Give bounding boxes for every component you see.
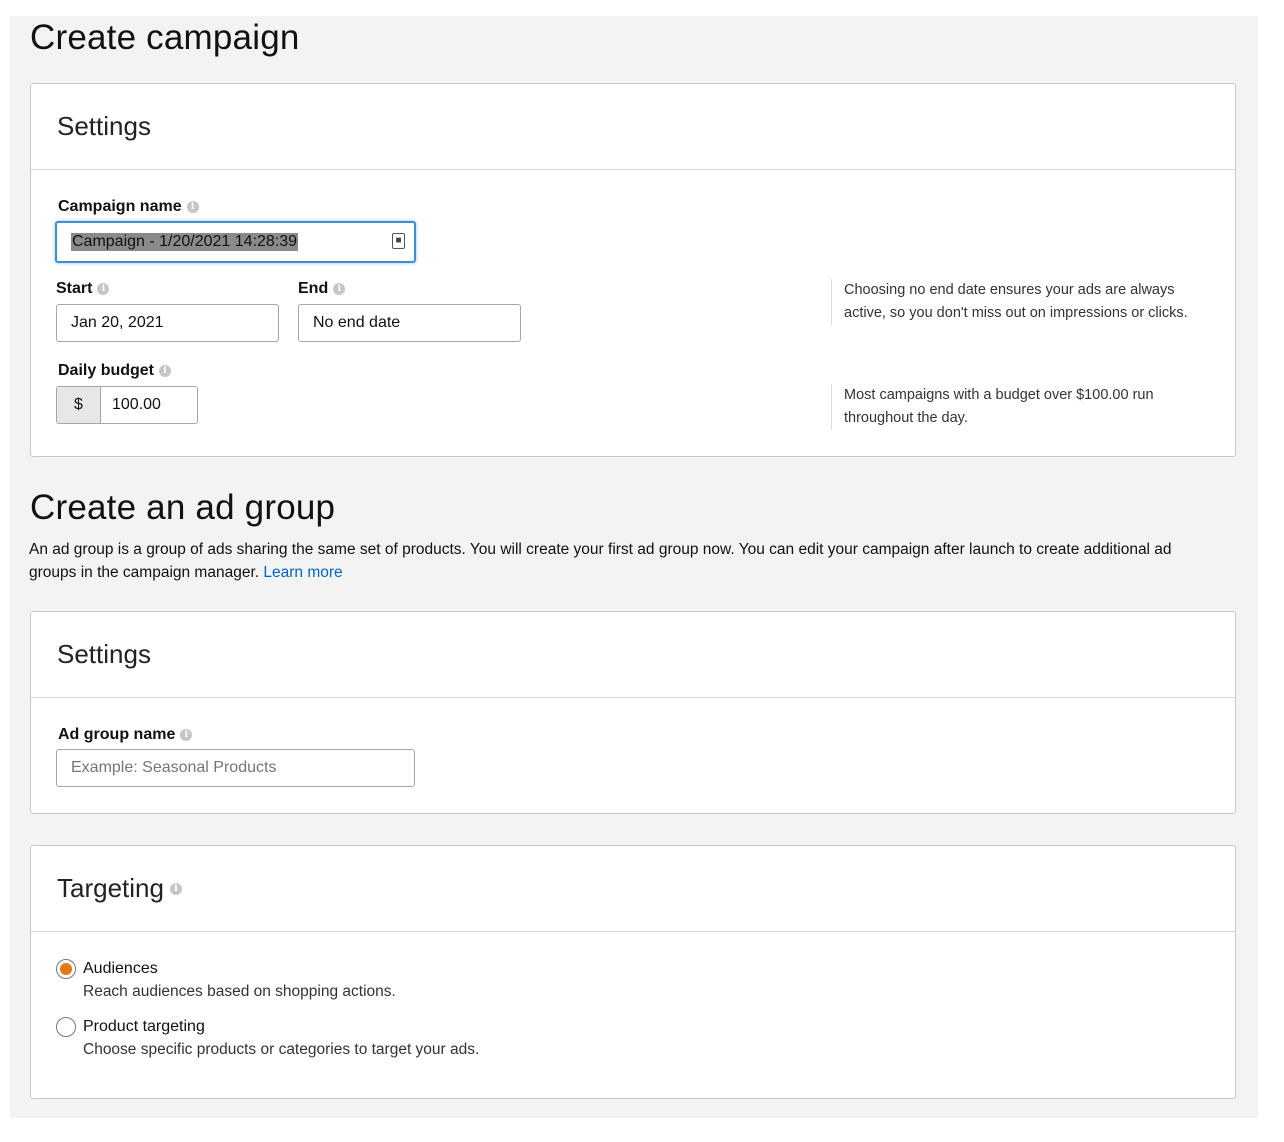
daily-budget-value: 100.00 xyxy=(112,396,161,413)
product-targeting-description: Choose specific products or categories t… xyxy=(83,1041,480,1058)
campaign-name-label-text: Campaign name xyxy=(58,198,182,215)
currency-prefix: $ xyxy=(57,387,101,423)
targeting-header: Targeting i xyxy=(31,846,1235,932)
ad-group-settings-card: Settings Ad group name i xyxy=(30,611,1236,814)
end-label: End i xyxy=(298,280,346,298)
info-icon[interactable]: i xyxy=(186,200,199,213)
info-icon[interactable]: i xyxy=(180,728,193,741)
daily-budget-label-text: Daily budget xyxy=(58,362,155,379)
ad-group-name-input[interactable] xyxy=(56,749,415,787)
ad-group-description: An ad group is a group of ads sharing th… xyxy=(29,541,1172,581)
product-targeting-label[interactable]: Product targeting xyxy=(83,1018,205,1036)
radio-selected-dot xyxy=(60,963,72,975)
start-label: Start i xyxy=(56,280,110,298)
page-title: Create campaign xyxy=(30,18,300,57)
ad-group-description-block: An ad group is a group of ads sharing th… xyxy=(29,538,1209,584)
info-icon[interactable]: i xyxy=(97,282,110,295)
targeting-card: Targeting i Audiences Reach audiences bas… xyxy=(30,845,1236,1099)
campaign-name-label: Campaign name i xyxy=(58,198,199,216)
audiences-label[interactable]: Audiences xyxy=(83,960,158,978)
daily-budget-label: Daily budget i xyxy=(58,362,172,380)
campaign-name-value: Campaign - 1/20/2021 14:28:39 xyxy=(71,233,299,251)
end-date-value: No end date xyxy=(313,314,401,331)
page: Create campaign Settings Campaign name i … xyxy=(10,16,1258,1118)
ad-group-name-label: Ad group name i xyxy=(58,726,193,744)
info-icon[interactable]: i xyxy=(169,882,182,895)
ad-group-settings-title: Settings xyxy=(31,612,1235,698)
start-date-value: Jan 20, 2021 xyxy=(71,314,164,331)
contact-card-icon[interactable]: ■ xyxy=(392,233,405,249)
product-targeting-radio[interactable] xyxy=(56,1017,76,1037)
campaign-settings-title: Settings xyxy=(31,84,1235,170)
audiences-radio[interactable] xyxy=(56,959,76,979)
end-date-input[interactable]: No end date xyxy=(298,304,521,342)
campaign-settings-card: Settings Campaign name i Campaign - 1/20/… xyxy=(30,83,1236,457)
start-date-input[interactable]: Jan 20, 2021 xyxy=(56,304,279,342)
targeting-title: Targeting xyxy=(57,873,164,903)
budget-helper: Most campaigns with a budget over $100.0… xyxy=(831,384,1214,430)
end-label-text: End xyxy=(298,280,329,297)
end-date-helper: Choosing no end date ensures your ads ar… xyxy=(831,279,1214,325)
learn-more-link[interactable]: Learn more xyxy=(263,564,342,581)
info-icon[interactable]: i xyxy=(159,364,172,377)
audiences-description: Reach audiences based on shopping action… xyxy=(83,983,396,1000)
daily-budget-input[interactable]: $ 100.00 xyxy=(56,386,198,424)
ad-group-name-label-text: Ad group name xyxy=(58,726,176,743)
start-label-text: Start xyxy=(56,280,93,297)
info-icon[interactable]: i xyxy=(333,282,346,295)
ad-group-title: Create an ad group xyxy=(30,488,336,527)
campaign-name-input[interactable]: Campaign - 1/20/2021 14:28:39 ■ xyxy=(55,221,416,263)
